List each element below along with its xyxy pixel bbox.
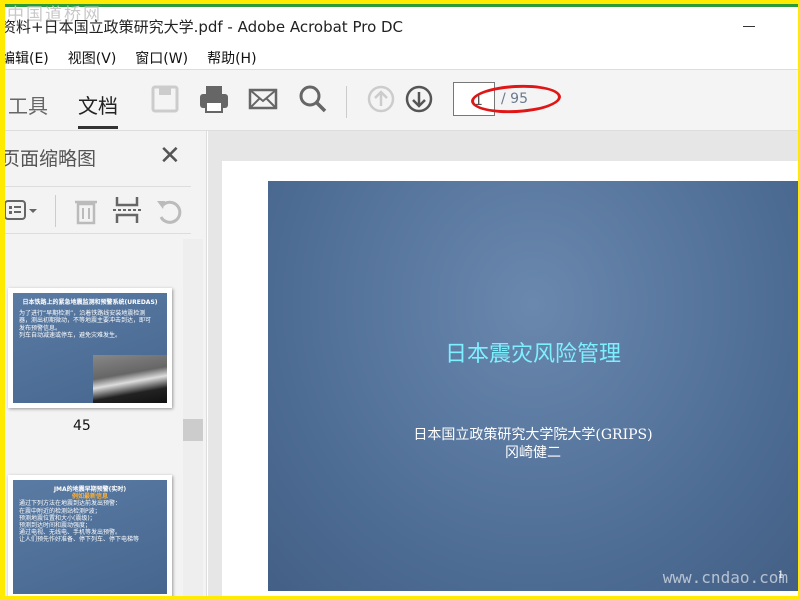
thumb-bullet: 列车自动减速或停车，避免灾难发生。	[19, 331, 122, 339]
thumb-title: 日本铁路上的紧急地震监测和预警系统(UREDAS)	[22, 299, 158, 306]
print-icon[interactable]	[198, 84, 230, 114]
tab-tools[interactable]: 工具	[8, 90, 48, 119]
rotate-icon[interactable]	[155, 197, 183, 225]
pdf-page: 日本震灾风险管理 日本国立政策研究大学院大学(GRIPS) 冈崎健二 1 www.…	[222, 161, 798, 596]
active-tab-indicator	[78, 126, 118, 129]
thumbnail-scrollbar[interactable]	[183, 239, 203, 596]
thumbnail-page-number: 45	[73, 418, 91, 434]
page-thumbnails-panel: 页面缩略图 ✕ 日本铁路上的紧急地震监测和预警系统(UREDAS) 为了进行“早…	[5, 131, 207, 596]
search-icon[interactable]	[298, 84, 328, 114]
menu-edit[interactable]: 编辑(E)	[5, 48, 49, 68]
previous-page-icon[interactable]	[366, 84, 396, 114]
thumb-bullet: 通过下列方法在地震到达前发出预警：	[19, 500, 122, 508]
email-icon[interactable]	[248, 84, 278, 114]
thumb-bullet: 预测地震位置和大小(震级)；	[19, 514, 96, 522]
document-view: 日本震灾风险管理 日本国立政策研究大学院大学(GRIPS) 冈崎健二 1 www.…	[208, 131, 798, 596]
panel-title: 页面缩略图	[5, 148, 97, 170]
window-title: 资料+日本国立政策研究大学.pdf - Adobe Acrobat Pro DC	[5, 18, 404, 36]
save-icon[interactable]	[151, 84, 179, 114]
thumb-bullet: 在震中附近的检测站检测P波；	[19, 507, 101, 515]
acrobat-window: 中国道桥网 资料+日本国立政策研究大学.pdf - Adobe Acrobat …	[5, 4, 798, 596]
menu-bar: 编辑(E) 视图(V) 窗口(W) 帮助(H)	[5, 48, 257, 68]
scrollbar-thumb[interactable]	[183, 419, 203, 441]
slide-title: 日本震灾风险管理	[444, 342, 621, 367]
slide-subtitle: 日本国立政策研究大学院大学(GRIPS) 冈崎健二	[268, 426, 798, 462]
thumb-bullet: 为了进行“早期检测”，沿着铁路线安装地震检测器，测出初期微动，不等地震主要冲击到…	[19, 310, 152, 332]
page-thumbnail-45[interactable]: 日本铁路上的紧急地震监测和预警系统(UREDAS) 为了进行“早期检测”，沿着铁…	[8, 288, 172, 408]
thumbnail-toolbar	[5, 186, 191, 234]
slide-content: 日本震灾风险管理 日本国立政策研究大学院大学(GRIPS) 冈崎健二 1 www.…	[268, 181, 798, 591]
slide-institution: 日本国立政策研究大学院大学(GRIPS)	[413, 427, 653, 443]
menu-help[interactable]: 帮助(H)	[207, 48, 256, 68]
menu-view[interactable]: 视图(V)	[68, 48, 117, 68]
toolbar-divider	[346, 86, 347, 118]
close-panel-icon[interactable]: ✕	[159, 141, 181, 171]
train-image	[93, 355, 167, 403]
options-menu-icon[interactable]	[5, 199, 41, 223]
slide-author: 冈崎健二	[505, 445, 561, 461]
extract-pages-icon[interactable]	[113, 195, 141, 225]
menu-window[interactable]: 窗口(W)	[135, 48, 188, 68]
top-border	[5, 4, 798, 7]
tab-document[interactable]: 文档	[78, 90, 118, 119]
minimize-button[interactable]	[743, 26, 755, 27]
thumbnail-slide: JMA的地震早期预警(实时) 例如最新信息 通过下列方法在地震到达前发出预警： …	[13, 480, 167, 594]
page-thumbnail-46[interactable]: JMA的地震早期预警(实时) 例如最新信息 通过下列方法在地震到达前发出预警： …	[8, 475, 172, 596]
toolbar: 工具 文档 1 / 95	[5, 69, 798, 131]
delete-icon[interactable]	[73, 197, 99, 225]
thumbnail-slide: 日本铁路上的紧急地震监测和预警系统(UREDAS) 为了进行“早期检测”，沿着铁…	[13, 293, 167, 403]
next-page-icon[interactable]	[404, 84, 434, 114]
watermark-url: www.cndao.com	[662, 568, 788, 587]
divider	[55, 195, 56, 227]
thumb-bullet: 让人们预先作好准备、停下列车、停下电梯等	[19, 536, 140, 544]
